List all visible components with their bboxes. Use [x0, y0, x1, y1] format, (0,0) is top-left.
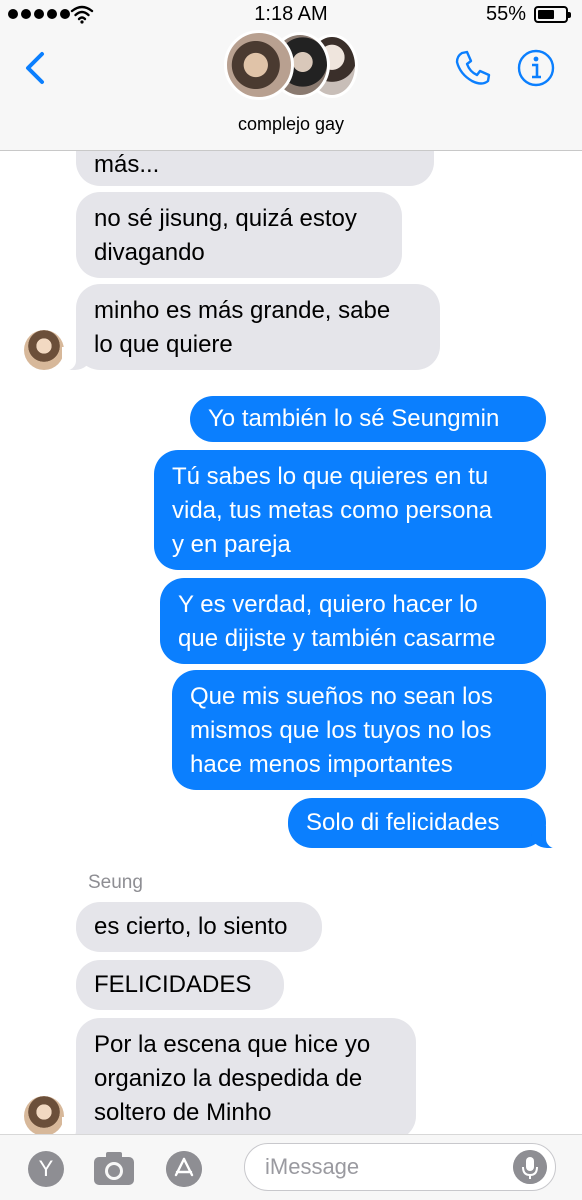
message-line: FELICIDADES [94, 971, 252, 998]
message-line: vida, tus metas como persona [172, 497, 493, 524]
message-line: mismos que los tuyos no los [190, 717, 492, 744]
message-line: lo que quiere [94, 331, 233, 358]
message-input-placeholder: iMessage [265, 1154, 360, 1179]
battery-icon [534, 6, 571, 23]
message-line: y en pareja [172, 531, 291, 558]
messages-screen: 1:18 AM 55% complejo gay más... no sé ji… [0, 0, 582, 1200]
phone-icon[interactable] [452, 48, 492, 88]
sender-avatar[interactable] [24, 1096, 64, 1136]
outgoing-message[interactable]: Y es verdad, quiero hacer lo que dijiste… [160, 578, 546, 664]
message-line: soltero de Minho [94, 1099, 272, 1126]
camera-icon[interactable] [92, 1149, 136, 1187]
apps-icon[interactable]: Y [28, 1151, 64, 1187]
avatar [224, 30, 294, 100]
back-chevron-icon[interactable] [20, 48, 50, 88]
info-icon[interactable] [516, 48, 556, 88]
message-line: Solo di felicidades [306, 809, 500, 836]
incoming-message[interactable]: no sé jisung, quizá estoy divagando [76, 192, 402, 278]
outgoing-message[interactable]: Tú sabes lo que quieres en tu vida, tus … [154, 450, 546, 570]
battery-percentage: 55% [485, 3, 526, 25]
message-line: organizo la despedida de [94, 1065, 363, 1092]
incoming-message[interactable]: es cierto, lo siento [76, 902, 322, 952]
message-line: es cierto, lo siento [94, 913, 288, 940]
message-line: minho es más grande, sabe [94, 297, 391, 324]
group-avatars[interactable] [220, 30, 362, 104]
incoming-message[interactable]: FELICIDADES [76, 960, 284, 1010]
message-input[interactable]: iMessage [244, 1143, 556, 1191]
message-line: no sé jisung, quizá estoy [94, 205, 357, 232]
incoming-message[interactable]: minho es más grande, sabe lo que quiere [62, 284, 440, 371]
compose-bar: Y iMessage [0, 1134, 582, 1200]
incoming-message[interactable]: Por la escena que hice yo organizo la de… [62, 1018, 416, 1141]
group-name[interactable]: complejo gay [0, 114, 582, 135]
sender-name: Seung [88, 872, 143, 893]
message-line: más... [94, 151, 160, 178]
message-line: Y es verdad, quiero hacer lo [178, 591, 478, 618]
outgoing-message[interactable]: Yo también lo sé Seungmin [190, 396, 546, 442]
message-line: Por la escena que hice yo [94, 1031, 371, 1058]
outgoing-message[interactable]: Que mis sueños no sean los mismos que lo… [172, 670, 546, 790]
message-line: hace menos importantes [190, 751, 453, 778]
message-line: Tú sabes lo que quieres en tu [172, 463, 489, 490]
message-line: Que mis sueños no sean los [190, 683, 493, 710]
outgoing-message[interactable]: Solo di felicidades [288, 798, 560, 849]
microphone-icon[interactable] [513, 1150, 547, 1184]
conversation-header: complejo gay [0, 30, 582, 151]
app-store-icon[interactable] [166, 1151, 202, 1187]
status-bar: 1:18 AM 55% [0, 0, 582, 30]
message-line: divagando [94, 239, 205, 266]
message-line: que dijiste y también casarme [178, 625, 496, 652]
sender-avatar[interactable] [24, 330, 64, 370]
message-line: Yo también lo sé Seungmin [208, 405, 500, 432]
